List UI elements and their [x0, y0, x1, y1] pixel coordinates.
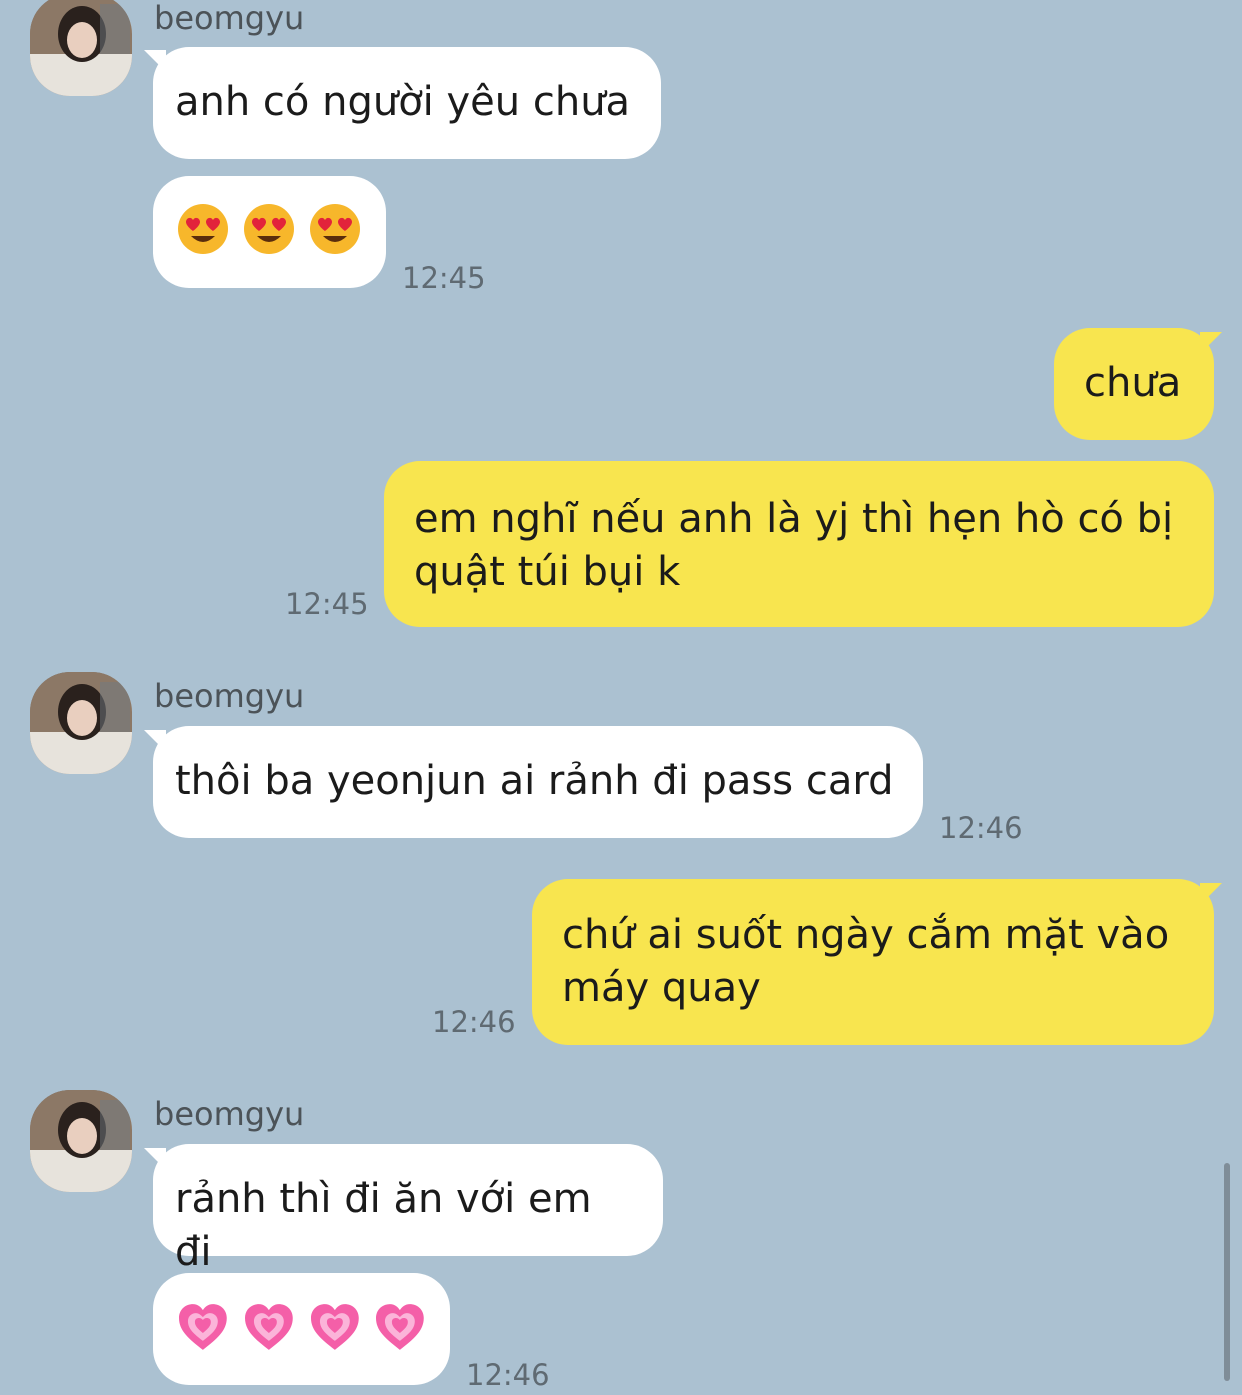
- message-text-line: quật túi bụi k: [414, 549, 681, 595]
- growing-heart-emoji-icon: [376, 1304, 425, 1350]
- message-bubble[interactable]: anh có người yêu chưa: [153, 47, 661, 159]
- avatar[interactable]: [30, 0, 132, 96]
- heart-eyes-emoji-icon: [244, 204, 294, 254]
- heart-eyes-emoji-icon: [178, 204, 228, 254]
- message-bubble[interactable]: chưa: [1054, 328, 1214, 440]
- message-text-line: em nghĩ nếu anh là yj thì hẹn hò có bị: [414, 496, 1174, 542]
- avatar[interactable]: [30, 1090, 132, 1192]
- growing-heart-emoji-icon: [244, 1304, 293, 1350]
- avatar[interactable]: [30, 672, 132, 774]
- bubble-tail: [1200, 332, 1222, 354]
- emoji-bubble[interactable]: [153, 176, 386, 288]
- message-bubble[interactable]: chứ ai suốt ngày cắm mặt vào máy quay: [532, 879, 1214, 1045]
- avatar-photo: [30, 1090, 132, 1192]
- message-text: chưa: [1084, 360, 1182, 406]
- message-text: thôi ba yeonjun ai rảnh đi pass card: [175, 758, 894, 804]
- growing-heart-emoji-icon: [178, 1304, 227, 1350]
- avatar-photo: [30, 0, 132, 96]
- scrollbar[interactable]: [1224, 1163, 1230, 1381]
- message-text-line: máy quay: [562, 965, 761, 1011]
- chat-area: beomgyu anh có người yêu chưa 12:45 chưa…: [0, 0, 1242, 1395]
- emoji-row: [177, 1301, 426, 1353]
- message-timestamp: 12:46: [466, 1358, 550, 1392]
- message-text-line: chứ ai suốt ngày cắm mặt vào: [562, 912, 1170, 958]
- bubble-tail: [1200, 883, 1222, 905]
- sender-name: beomgyu: [154, 0, 305, 37]
- avatar-photo: [30, 672, 132, 774]
- sender-name: beomgyu: [154, 677, 305, 715]
- growing-heart-emoji-icon: [310, 1304, 359, 1350]
- message-timestamp: 12:45: [285, 587, 369, 621]
- sender-name: beomgyu: [154, 1095, 305, 1133]
- message-timestamp: 12:46: [432, 1005, 516, 1039]
- message-bubble[interactable]: thôi ba yeonjun ai rảnh đi pass card: [153, 726, 923, 838]
- message-bubble[interactable]: em nghĩ nếu anh là yj thì hẹn hò có bị q…: [384, 461, 1214, 627]
- message-text: anh có người yêu chưa: [175, 79, 631, 125]
- heart-eyes-emoji-icon: [310, 204, 360, 254]
- message-timestamp: 12:46: [939, 811, 1023, 845]
- emoji-bubble[interactable]: [153, 1273, 450, 1385]
- emoji-row: [177, 203, 362, 255]
- message-timestamp: 12:45: [402, 261, 486, 295]
- message-text: rảnh thì đi ăn với em đi: [175, 1176, 592, 1275]
- message-bubble[interactable]: rảnh thì đi ăn với em đi: [153, 1144, 663, 1275]
